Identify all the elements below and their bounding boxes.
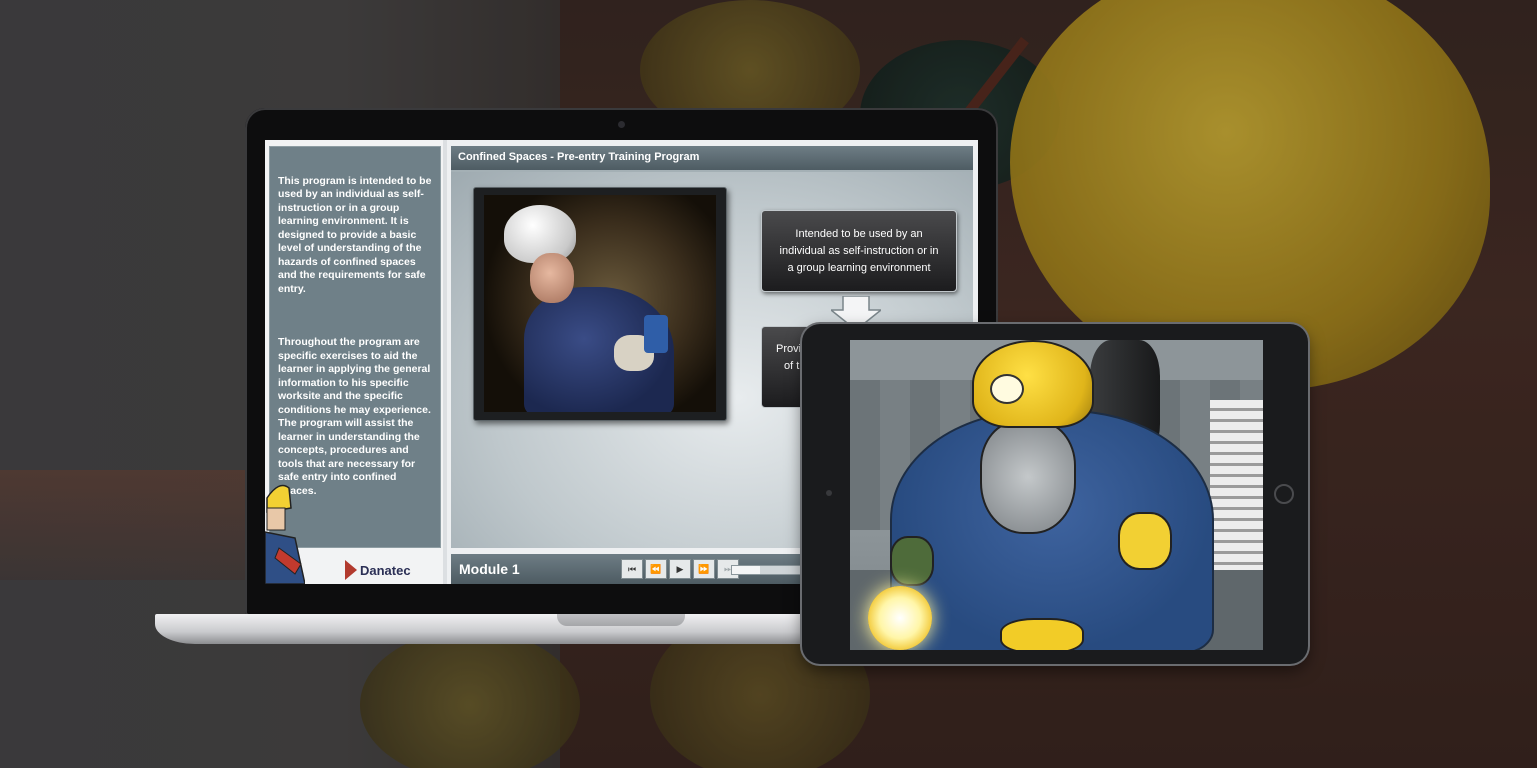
illustration-vent	[1210, 400, 1263, 570]
info-box-intended-use: Intended to be used by an individual as …	[761, 210, 957, 292]
danatec-logo-text: Danatec	[360, 562, 411, 578]
danatec-logo: Danatec	[345, 560, 411, 580]
illustration-shoulder-patch	[1118, 512, 1172, 570]
lesson-progress-fill	[732, 566, 760, 574]
fast-forward-button[interactable]: ⏩	[693, 559, 715, 579]
sidebar-paragraph-2: Throughout the program are specific exer…	[278, 336, 431, 497]
rewind-button[interactable]: ⏪	[645, 559, 667, 579]
app-sidebar: This program is intended to be used by a…	[265, 140, 443, 584]
module-title: Module 1	[459, 561, 520, 577]
worker-in-manhole-photo	[484, 195, 716, 412]
illustration-head-lamp	[990, 374, 1024, 404]
sidebar-description: This program is intended to be used by a…	[278, 161, 436, 512]
photo-worker-face	[530, 253, 574, 303]
skip-to-start-icon: ⏮	[627, 563, 637, 574]
confined-space-photo-frame	[473, 187, 727, 421]
play-icon: ▶	[676, 563, 684, 574]
illustration-glove	[890, 536, 934, 586]
laptop-notch	[557, 614, 685, 626]
player-controls: ⏮ ⏪ ▶ ⏩ ⏭	[621, 559, 739, 579]
tablet-camera	[826, 490, 832, 496]
tablet-home-button[interactable]	[1274, 484, 1294, 504]
skip-to-start-button[interactable]: ⏮	[621, 559, 643, 579]
laptop-camera	[618, 121, 625, 128]
tablet-screen-illustration	[850, 340, 1263, 650]
illustration-boot	[1000, 618, 1084, 650]
illustration-breathing-mask	[980, 420, 1076, 534]
lesson-progress-bar[interactable]	[731, 565, 813, 575]
rewind-icon: ⏪	[650, 563, 662, 574]
info-box-intended-use-text: Intended to be used by an individual as …	[779, 227, 939, 274]
cartoon-worker-figure	[265, 484, 305, 584]
photo-gas-detector	[644, 315, 668, 353]
photo-white-hard-hat	[504, 205, 576, 263]
danatec-logo-mark-icon	[345, 560, 357, 580]
illustration-flashlight	[868, 586, 932, 650]
fast-forward-icon: ⏩	[698, 563, 710, 574]
lesson-title-bar: Confined Spaces - Pre-entry Training Pro…	[451, 146, 973, 172]
sidebar-paragraph-1: This program is intended to be used by a…	[278, 174, 432, 295]
play-button[interactable]: ▶	[669, 559, 691, 579]
lesson-title: Confined Spaces - Pre-entry Training Pro…	[458, 151, 700, 163]
